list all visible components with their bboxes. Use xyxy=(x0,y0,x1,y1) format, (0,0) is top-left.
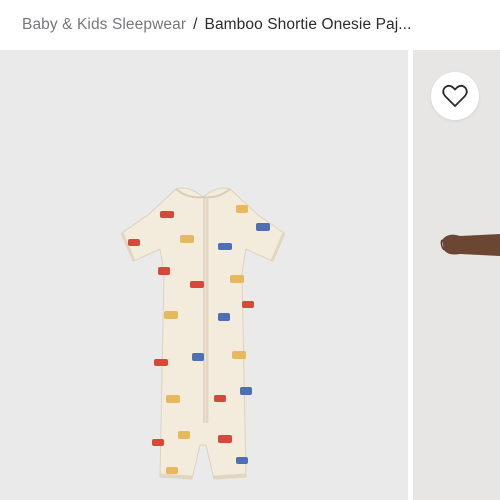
product-image-main[interactable] xyxy=(0,50,408,500)
breadcrumb: Baby & Kids Sleepwear / Bamboo Shortie O… xyxy=(22,0,492,50)
breadcrumb-current-page: Bamboo Shortie Onesie Paj... xyxy=(204,16,412,33)
child-arm-image xyxy=(440,234,500,256)
breadcrumb-link-category[interactable]: Baby & Kids Sleepwear xyxy=(22,16,186,34)
product-image-gallery[interactable] xyxy=(0,50,500,500)
onesie-image xyxy=(120,187,286,480)
breadcrumb-separator: / xyxy=(193,16,198,33)
favorite-button[interactable] xyxy=(431,72,479,120)
heart-outline-icon xyxy=(442,84,468,107)
